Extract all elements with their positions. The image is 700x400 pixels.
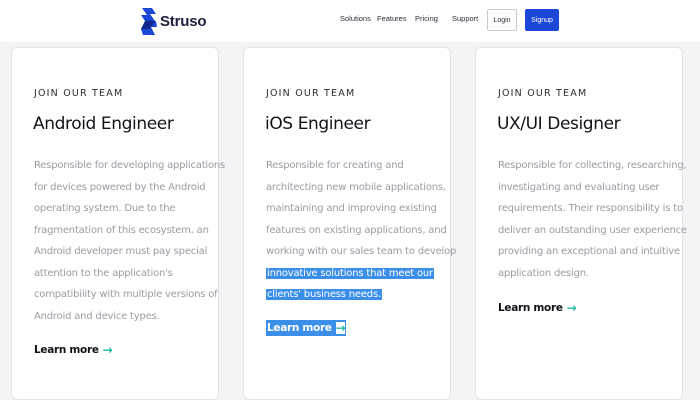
description-line-selected: clients' business needs. bbox=[266, 284, 441, 306]
description-line: operating system. Due to the bbox=[34, 203, 176, 214]
description-line: Android developer must pay special bbox=[34, 246, 208, 257]
card-title: Android Engineer bbox=[33, 114, 174, 134]
login-button[interactable]: Login bbox=[487, 9, 517, 31]
struso-logo-icon bbox=[141, 8, 157, 35]
job-card-android: JOIN OUR TEAM Android Engineer Responsib… bbox=[11, 47, 226, 400]
arrow-right-icon: → bbox=[566, 301, 577, 315]
description-line: architecting new mobile applications, bbox=[266, 181, 446, 193]
selected-text: innovative solutions that meet our bbox=[266, 267, 434, 279]
description-line: requirements. Their responsibility is to bbox=[498, 203, 683, 214]
card-title: UX/UI Designer bbox=[497, 114, 621, 134]
learn-more-label: Learn more bbox=[267, 322, 332, 334]
arrow-right-icon: → bbox=[102, 343, 113, 357]
learn-more-link[interactable]: Learn more → bbox=[34, 343, 113, 357]
arrow-right-icon: → bbox=[335, 321, 346, 335]
card-eyebrow: JOIN OUR TEAM bbox=[498, 88, 588, 99]
nav-pricing[interactable]: Pricing bbox=[415, 14, 438, 23]
learn-more-link[interactable]: Learn more → bbox=[498, 301, 577, 315]
description-line: Responsible for collecting, researching, bbox=[498, 160, 687, 171]
card-title: iOS Engineer bbox=[265, 114, 371, 134]
description-line: Android and device types. bbox=[34, 310, 160, 322]
description-line: investigating and evaluating user bbox=[498, 181, 660, 193]
description-line: attention to the application's bbox=[34, 267, 173, 279]
card-description: Responsible for collecting, researching,… bbox=[498, 155, 687, 284]
learn-more-label: Learn more bbox=[34, 344, 99, 356]
top-navbar: Struso Solutions Features Pricing Suppor… bbox=[0, 0, 700, 42]
job-card-uxui: JOIN OUR TEAM UX/UI Designer Responsible… bbox=[475, 47, 687, 400]
description-line: features on existing applications, and bbox=[266, 224, 447, 236]
job-card-ios: JOIN OUR TEAM iOS Engineer Responsible f… bbox=[243, 47, 457, 400]
card-description: Responsible for creating and architectin… bbox=[266, 155, 457, 306]
description-line: Responsible for creating and bbox=[266, 160, 404, 171]
description-line: maintaining and improving existing bbox=[266, 203, 437, 214]
learn-more-label: Learn more bbox=[498, 302, 563, 314]
card-description: Responsible for developing applications … bbox=[34, 155, 226, 327]
nav-support[interactable]: Support bbox=[452, 14, 478, 23]
description-line: working with our sales team to develop bbox=[266, 246, 457, 257]
description-line: compatibility with multiple versions of bbox=[34, 289, 218, 300]
learn-more-link[interactable]: Learn more → bbox=[266, 320, 347, 336]
card-eyebrow: JOIN OUR TEAM bbox=[34, 88, 124, 99]
signup-button[interactable]: Signup bbox=[525, 9, 559, 31]
description-line: for devices powered by the Android bbox=[34, 181, 206, 193]
description-line: providing an exceptional and intuitive bbox=[498, 246, 680, 257]
description-line: Responsible for developing applications bbox=[34, 160, 226, 171]
description-line: deliver an outstanding user experience bbox=[498, 224, 687, 236]
nav-solutions[interactable]: Solutions bbox=[340, 14, 371, 23]
brand-logo[interactable]: Struso bbox=[141, 8, 207, 35]
description-line: application design. bbox=[498, 267, 589, 279]
selected-text: clients' business needs. bbox=[266, 289, 382, 300]
description-line-selected: innovative solutions that meet our bbox=[266, 263, 441, 285]
brand-name: Struso bbox=[160, 13, 207, 30]
description-line: fragmentation of this ecosystem, an bbox=[34, 224, 209, 236]
nav-features[interactable]: Features bbox=[377, 14, 407, 23]
card-eyebrow: JOIN OUR TEAM bbox=[266, 88, 356, 99]
